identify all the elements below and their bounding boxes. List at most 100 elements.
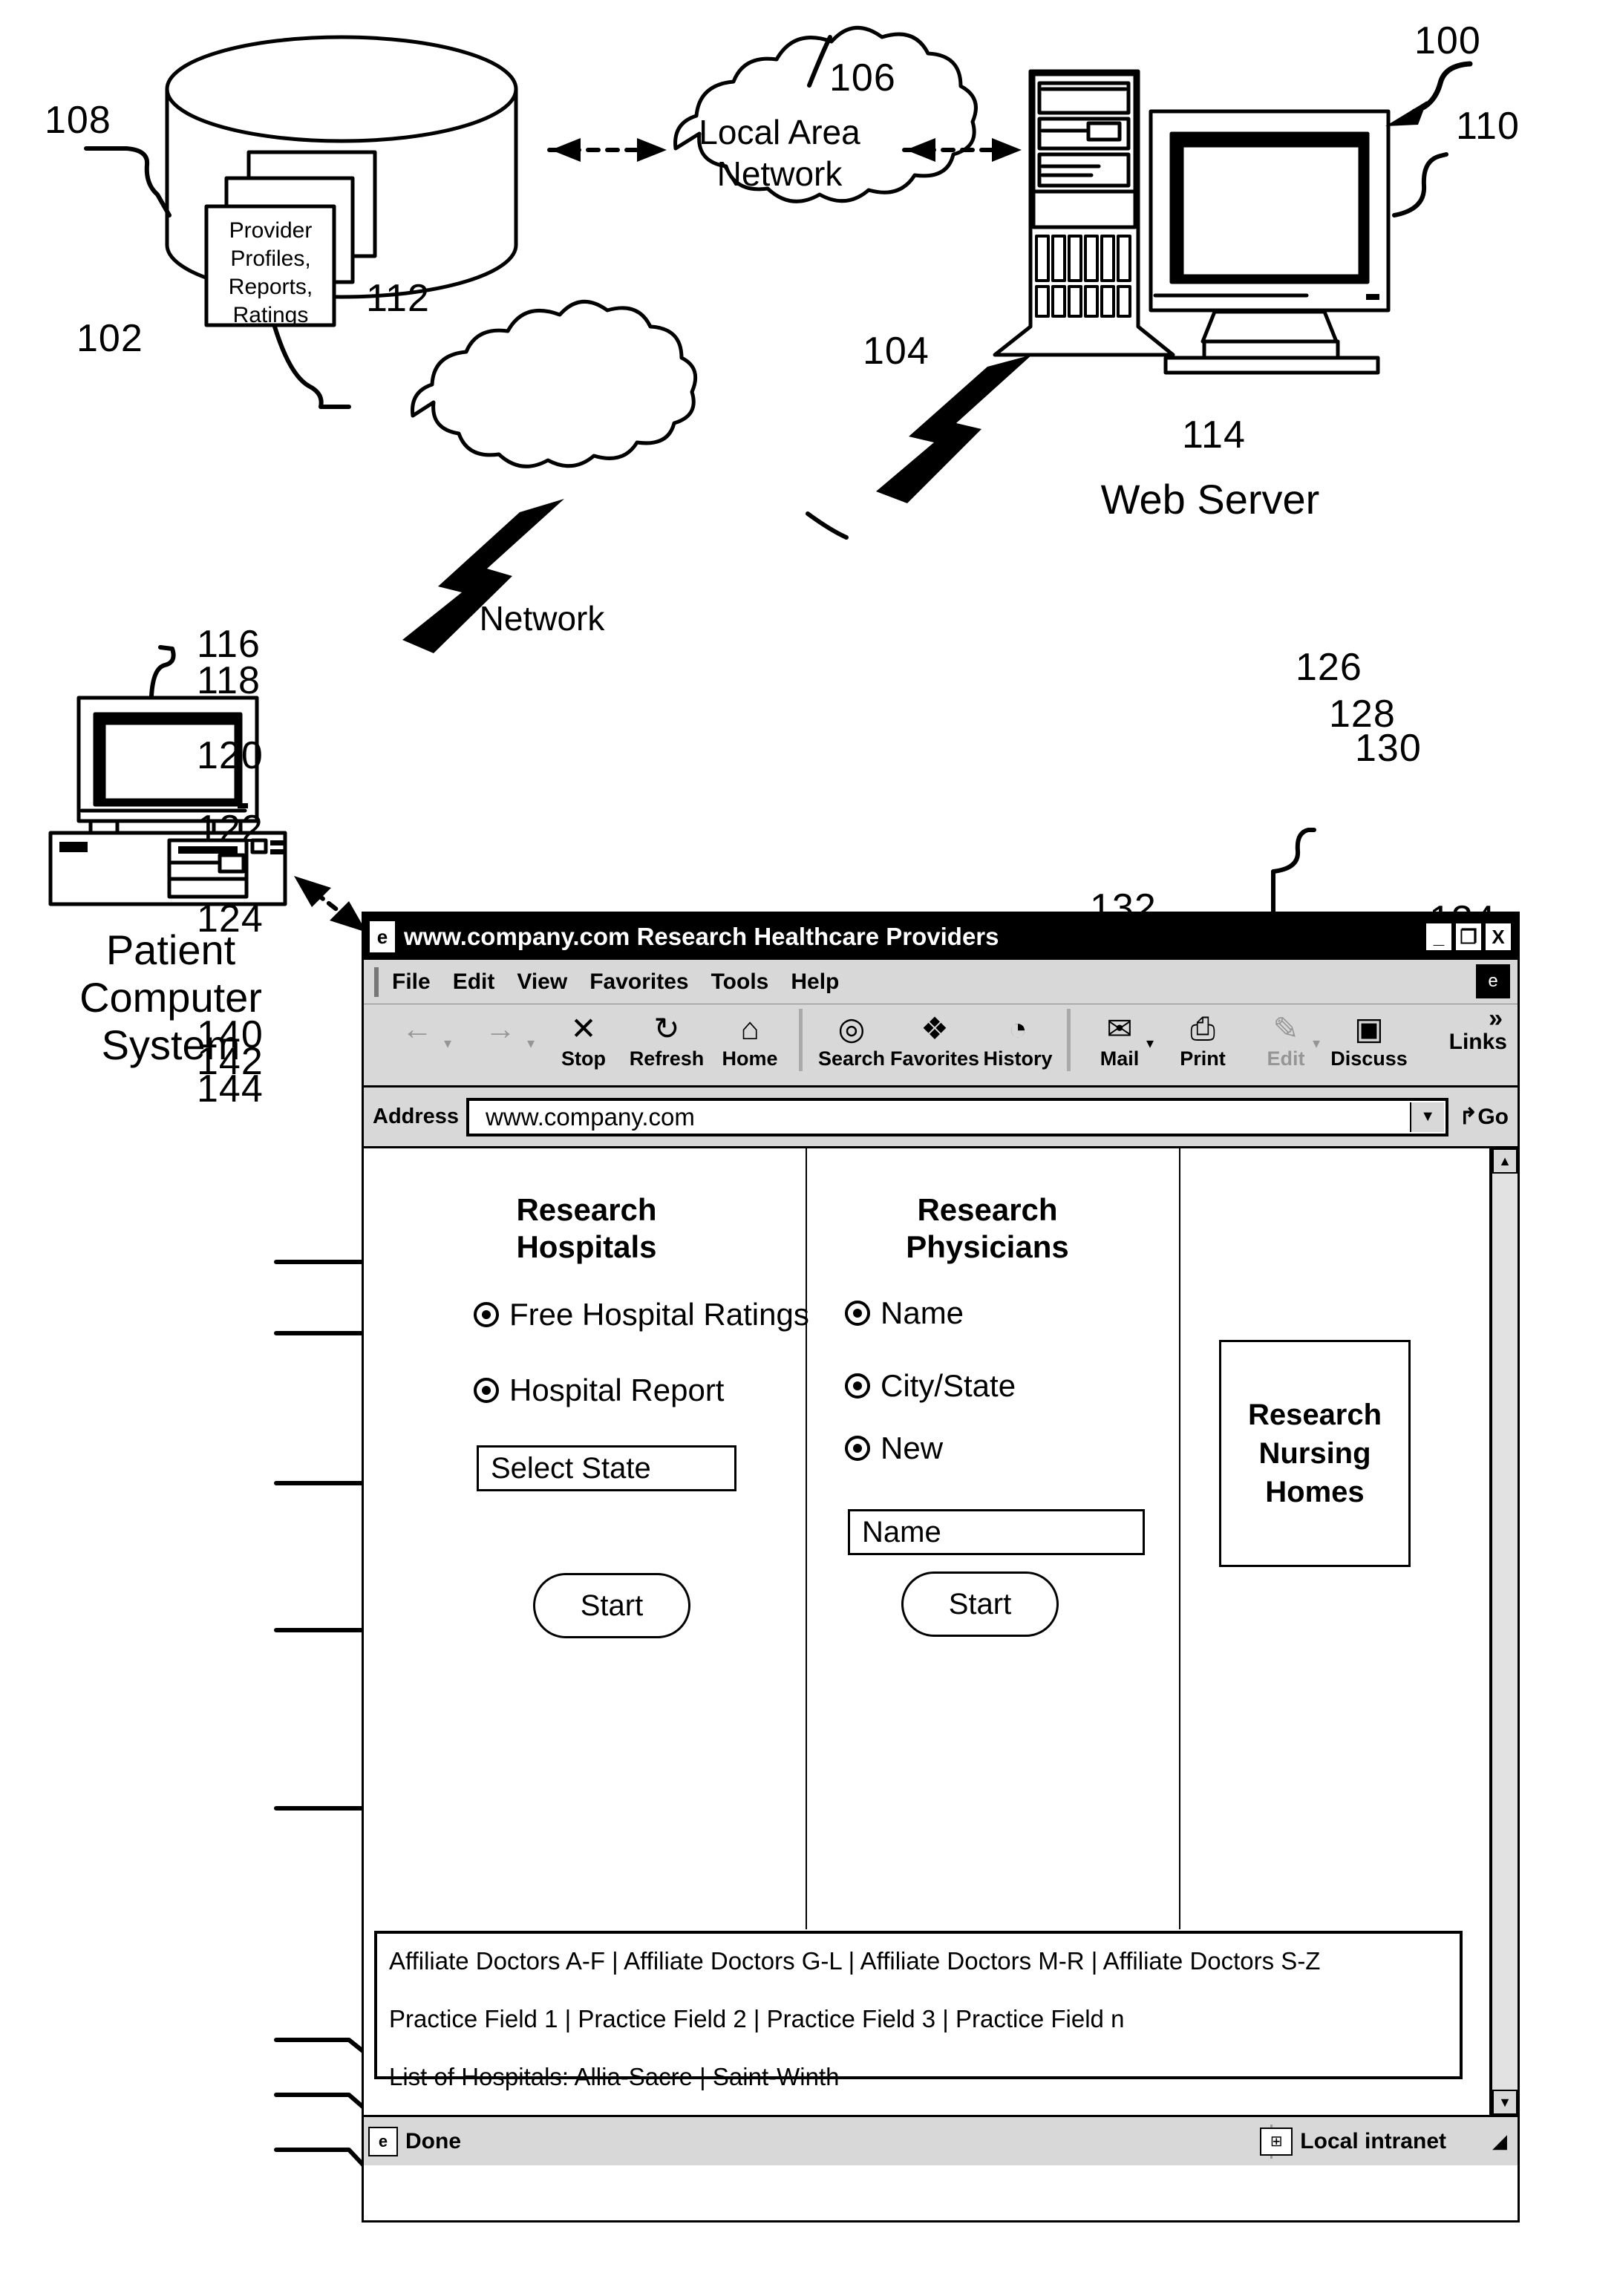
back-button[interactable]: ← ▾ <box>376 1004 459 1053</box>
window-title: www.company.com Research Healthcare Prov… <box>404 923 999 950</box>
go-button[interactable]: ↱Go <box>1459 1104 1509 1130</box>
ref-106: 106 <box>829 56 896 99</box>
history-button[interactable]: ◔ History <box>976 1004 1059 1070</box>
ref-144: 144 <box>197 1067 264 1111</box>
ref-102: 102 <box>76 317 143 360</box>
forward-chevron-down-icon[interactable]: ▾ <box>527 1034 535 1053</box>
menu-bar: File Edit View Favorites Tools Help e <box>364 960 1518 1004</box>
database-contents-label: Provider Profiles, Reports, Ratings <box>228 218 313 327</box>
edit-chevron-down-icon[interactable]: ▾ <box>1313 1034 1320 1053</box>
radio-button-physician-new[interactable] <box>845 1436 870 1461</box>
radio-button-physician-name[interactable] <box>845 1301 870 1326</box>
menu-item-help[interactable]: Help <box>791 969 839 995</box>
start-button-hospitals[interactable]: Start <box>533 1573 690 1638</box>
menu-item-file[interactable]: File <box>392 969 431 995</box>
research-nursing-homes-title: Research Nursing Homes <box>1247 1399 1382 1508</box>
scroll-up-button[interactable]: ▲ <box>1492 1148 1518 1174</box>
address-bar: Address www.company.com ▼ ↱Go <box>364 1088 1518 1148</box>
discuss-page-icon: ▣ <box>1354 1011 1384 1046</box>
list-of-hospitals-links[interactable]: List of Hospitals: Allia-Sacre | Saint-W… <box>389 2063 1460 2091</box>
start-button-physicians[interactable]: Start <box>901 1571 1059 1637</box>
forward-arrow-icon: → <box>485 1011 516 1046</box>
toolbar-separator <box>799 1009 803 1071</box>
column-divider-2 <box>1179 1148 1180 1929</box>
scroll-down-button[interactable]: ▼ <box>1492 2090 1518 2115</box>
favorites-button[interactable]: ❖ Favorites <box>889 1004 980 1070</box>
mail-button[interactable]: ✉ Mail ▾ <box>1078 1004 1161 1070</box>
start-button-hospitals-label: Start <box>580 1589 644 1622</box>
patient-computer-label: Patient Computer System <box>79 926 262 1068</box>
refresh-button[interactable]: ↻ Refresh <box>625 1004 708 1070</box>
menu-item-tools[interactable]: Tools <box>711 969 769 995</box>
start-button-physicians-label: Start <box>948 1587 1012 1620</box>
physician-name-input[interactable]: Name <box>848 1509 1145 1555</box>
mail-envelope-icon: ✉ <box>1106 1011 1133 1046</box>
browser-window: e www.company.com Research Healthcare Pr… <box>362 912 1520 2223</box>
home-house-icon: ⌂ <box>740 1011 760 1046</box>
edit-button[interactable]: ✎ Edit ▾ <box>1244 1004 1327 1070</box>
favorites-button-label: Favorites <box>889 1047 980 1070</box>
affiliate-doctors-links[interactable]: Affiliate Doctors A-F | Affiliate Doctor… <box>389 1947 1460 1975</box>
address-chevron-down-icon[interactable]: ▼ <box>1410 1102 1445 1132</box>
network-cloud <box>411 299 698 468</box>
home-button-label: Home <box>722 1047 778 1070</box>
back-arrow-icon: ← <box>402 1011 433 1046</box>
ref-122: 122 <box>197 808 264 851</box>
search-button[interactable]: ◎ Search <box>810 1004 893 1070</box>
select-state-dropdown[interactable]: Select State <box>477 1445 736 1491</box>
physician-name-input-value[interactable]: Name <box>850 1516 941 1549</box>
home-button[interactable]: ⌂ Home <box>708 1004 791 1070</box>
menu-item-edit[interactable]: Edit <box>453 969 495 995</box>
page-done-icon: e <box>368 2126 398 2156</box>
option-physician-city-state[interactable]: City/State <box>845 1368 1016 1404</box>
mail-chevron-down-icon[interactable]: ▾ <box>1146 1034 1154 1053</box>
footer-links-box: Affiliate Doctors A-F | Affiliate Doctor… <box>374 1931 1463 2090</box>
back-chevron-down-icon[interactable]: ▾ <box>444 1034 451 1053</box>
menu-item-favorites[interactable]: Favorites <box>589 969 688 995</box>
practice-field-links[interactable]: Practice Field 1 | Practice Field 2 | Pr… <box>389 2005 1460 2033</box>
option-free-hospital-ratings[interactable]: Free Hospital Ratings <box>474 1297 809 1332</box>
security-zone[interactable]: ⊞ Local intranet <box>1260 2127 1446 2156</box>
refresh-page-icon: ↻ <box>653 1011 680 1046</box>
research-hospitals-title: Research Hospitals <box>516 1192 657 1264</box>
menu-grip-handle[interactable] <box>374 967 379 997</box>
history-button-label: History <box>983 1047 1053 1070</box>
leader-106 <box>807 35 832 88</box>
ref-120: 120 <box>197 734 264 777</box>
print-button-label: Print <box>1180 1047 1226 1070</box>
favorites-folder-icon: ❖ <box>921 1011 949 1046</box>
radio-button-physician-city-state[interactable] <box>845 1373 870 1399</box>
go-button-label: Go <box>1477 1105 1509 1129</box>
print-button[interactable]: ⎙ Print <box>1161 1004 1244 1070</box>
edit-pencil-icon: ✎ <box>1273 1011 1299 1046</box>
radio-button-hospital-report[interactable] <box>474 1378 499 1403</box>
ref-110: 110 <box>1456 105 1520 148</box>
patent-figure: 100 106 108 110 112 102 104 114 116 118 … <box>0 0 1617 2296</box>
vertical-scrollbar[interactable]: ▲ ▼ <box>1491 1148 1518 2115</box>
stop-button[interactable]: ✕ Stop <box>542 1004 625 1070</box>
discuss-button[interactable]: ▣ Discuss <box>1327 1004 1411 1070</box>
minimize-button[interactable]: _ <box>1425 923 1452 951</box>
menu-item-view[interactable]: View <box>517 969 567 995</box>
mail-button-label: Mail <box>1100 1047 1140 1070</box>
option-physician-name[interactable]: Name <box>845 1295 964 1331</box>
leader-108 <box>84 146 172 218</box>
links-bar-label[interactable]: Links <box>1449 1030 1507 1055</box>
ref-126: 126 <box>1296 646 1362 689</box>
option-physician-new[interactable]: New <box>845 1430 943 1466</box>
ref-104: 104 <box>863 330 930 373</box>
stop-x-icon: ✕ <box>570 1011 597 1046</box>
discuss-button-label: Discuss <box>1330 1047 1408 1070</box>
resize-grip-icon[interactable]: ◢ <box>1492 2130 1507 2153</box>
option-hospital-report[interactable]: Hospital Report <box>474 1373 724 1408</box>
close-button[interactable]: X <box>1485 923 1512 951</box>
page-viewport: Research Hospitals Free Hospital Ratings… <box>364 1148 1518 2115</box>
address-input-value[interactable]: www.company.com <box>469 1103 695 1131</box>
history-clock-icon: ◔ <box>1008 1011 1028 1046</box>
address-input[interactable]: www.company.com ▼ <box>466 1097 1449 1136</box>
edit-button-label: Edit <box>1267 1047 1305 1070</box>
radio-button-free-hospital-ratings[interactable] <box>474 1302 499 1327</box>
forward-button[interactable]: → ▾ <box>459 1004 542 1053</box>
maximize-button[interactable]: ❐ <box>1455 923 1482 951</box>
research-nursing-homes-panel[interactable]: Research Nursing Homes <box>1219 1340 1411 1567</box>
